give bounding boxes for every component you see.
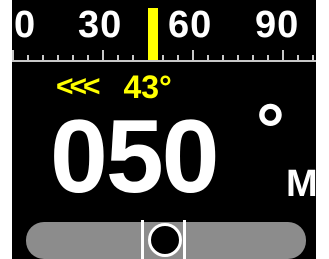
bubble-level-icon [148,223,182,257]
heading-value: 050 [50,99,220,215]
level-guide-right [183,220,186,259]
level-guide-left [141,220,144,259]
tape-baseline [12,60,316,62]
tape-label-30: 30 [78,4,123,46]
tape-label-0: 0 [14,4,37,46]
tape-label-60: 60 [168,4,213,46]
tape-label-90: 90 [255,4,300,46]
bearing-marker [148,8,158,60]
compass-display: 0 30 60 90 <<< 43° 050 ° M [12,0,316,259]
device-screen: 0 30 60 90 <<< 43° 050 ° M [0,0,329,259]
compass-tape: 0 30 60 90 [12,0,316,62]
heading-reference: M [286,163,316,205]
degree-symbol: ° [256,90,285,170]
